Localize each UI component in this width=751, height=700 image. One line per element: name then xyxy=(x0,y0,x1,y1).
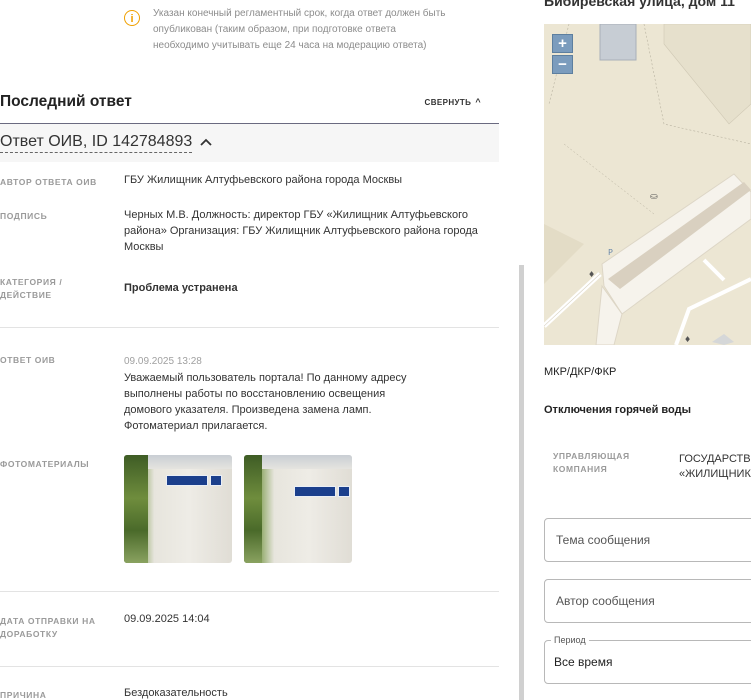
map-canvas: ⛀ P ♦ ♦ xyxy=(544,24,751,345)
reason-value: Бездоказательность xyxy=(124,687,228,699)
sent-value: 09.09.2025 14:04 xyxy=(124,613,210,625)
svg-text:⛀: ⛀ xyxy=(650,192,658,202)
map[interactable]: ⛀ P ♦ ♦ + − xyxy=(544,24,751,345)
response-date: 09.09.2025 13:28 xyxy=(124,356,202,367)
photo-thumbnail[interactable] xyxy=(244,455,352,563)
svg-text:P: P xyxy=(608,248,613,257)
author-field[interactable] xyxy=(544,579,751,623)
hot-water-label: Отключения горячей воды xyxy=(544,404,691,416)
street-sign xyxy=(294,486,336,497)
divider xyxy=(0,327,499,328)
response-label: ОТВЕТ ОИВ xyxy=(0,355,56,365)
last-answer-title: Последний ответ xyxy=(0,93,132,110)
collapse-label: СВЕРНУТЬ xyxy=(424,98,472,107)
subject-field[interactable] xyxy=(544,518,751,562)
last-answer-header: Последний ответ СВЕРНУТЬ ^ xyxy=(0,90,499,124)
author-input[interactable] xyxy=(554,593,751,609)
author-label: АВТОР ОТВЕТА ОИВ xyxy=(0,177,97,187)
sent-label: ДАТА ОТПРАВКИ НА ДОРАБОТКУ xyxy=(0,616,96,639)
answer-title-toggle[interactable]: Ответ ОИВ, ID 142784893 xyxy=(0,133,193,153)
chevron-up-icon: ^ xyxy=(475,97,481,107)
address-title: Бибиревская улица, дом 11 xyxy=(544,0,735,9)
period-value: Все время xyxy=(554,655,613,669)
zoom-in-button[interactable]: + xyxy=(552,34,573,53)
signature-value: Черных М.В. Должность: директор ГБУ «Жил… xyxy=(124,209,478,253)
author-value: ГБУ Жилищник Алтуфьевского района города… xyxy=(124,174,403,186)
answer-panel: i Указан конечный регламентный срок, ког… xyxy=(0,0,520,700)
zoom-out-button[interactable]: − xyxy=(552,55,573,74)
street-sign xyxy=(166,475,208,486)
divider xyxy=(0,666,499,667)
info-icon: i xyxy=(124,10,140,26)
company-label: УПРАВЛЯЮЩАЯ КОМПАНИЯ xyxy=(553,451,630,474)
svg-text:♦: ♦ xyxy=(588,270,595,279)
photos-label: ФОТОМАТЕРИАЛЫ xyxy=(0,459,90,469)
mkr-label: МКР/ДКР/ФКР xyxy=(544,366,617,378)
collapse-button[interactable]: СВЕРНУТЬ ^ xyxy=(425,97,481,107)
answer-header: Ответ ОИВ, ID 142784893 xyxy=(0,124,499,162)
photo-thumbnail[interactable] xyxy=(124,455,232,563)
notice-text: Указан конечный регламентный срок, когда… xyxy=(153,8,446,51)
svg-text:♦: ♦ xyxy=(684,335,691,344)
map-panel: Бибиревская улица, дом 11 ⛀ P ♦ ♦ + − МК… xyxy=(524,0,751,700)
period-select[interactable]: Период Все время xyxy=(544,635,751,684)
divider xyxy=(0,591,499,592)
response-text: Уважаемый пользователь портала! По данно… xyxy=(124,372,407,432)
chevron-up-icon[interactable] xyxy=(200,134,212,149)
reason-label: ПРИЧИНА ОТПРАВКИ xyxy=(0,690,47,700)
company-value-line1: ГОСУДАРСТВЕ xyxy=(679,453,751,465)
signature-label: ПОДПИСЬ xyxy=(0,211,48,221)
category-label: КАТЕГОРИЯ / ДЕЙСТВИЕ xyxy=(0,277,63,300)
period-legend: Период xyxy=(551,635,589,645)
category-value: Проблема устранена xyxy=(124,282,238,294)
subject-input[interactable] xyxy=(554,532,751,548)
company-value-line2: «ЖИЛИЩНИК xyxy=(679,468,751,480)
